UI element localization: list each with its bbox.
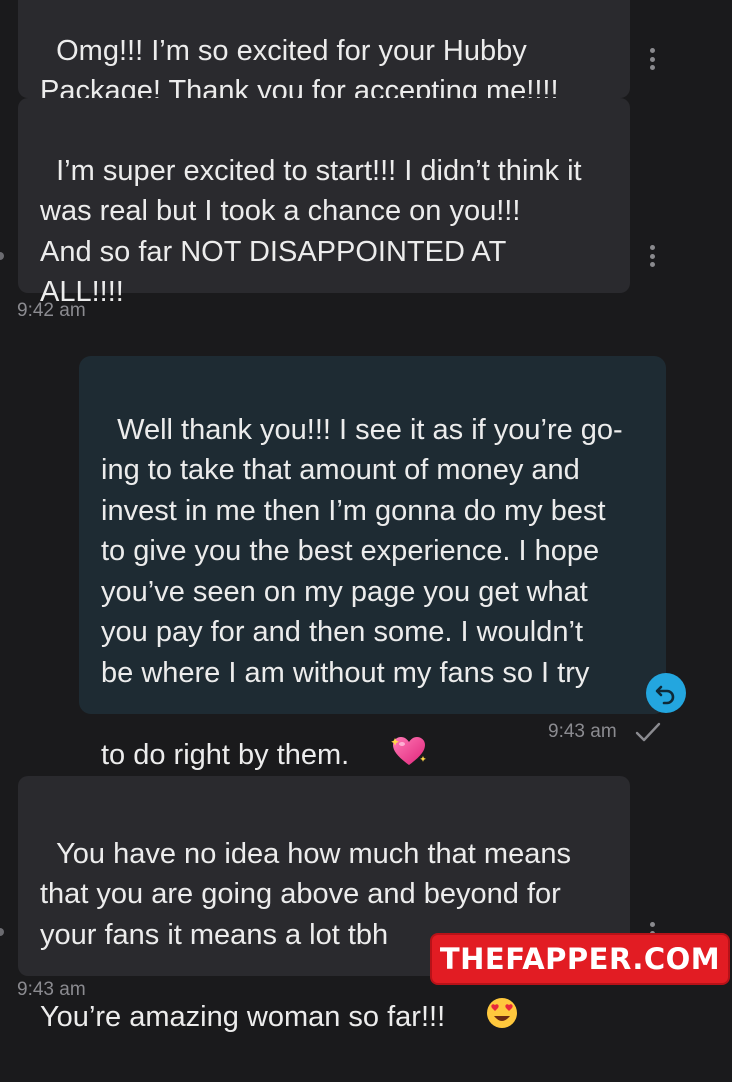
message-bubble-sent[interactable]: Well thank you!!! I see it as if you’re …	[79, 356, 666, 771]
message-text: Omg!!! I’m so excited for your Hubby Pac…	[40, 34, 559, 108]
watermark-text: THEFAPPER.COM	[439, 942, 721, 976]
watermark-logo: THEFAPPER.COM	[432, 935, 728, 983]
message-timestamp: 9:43 am	[548, 721, 617, 742]
avatar-edge	[0, 928, 4, 936]
more-options-icon[interactable]	[649, 48, 655, 70]
avatar-edge	[0, 252, 4, 260]
reply-button[interactable]	[646, 673, 686, 713]
more-options-icon[interactable]	[649, 245, 655, 267]
check-icon	[635, 722, 661, 742]
message-timestamp: 9:42 am	[17, 300, 86, 321]
message-bubble-received[interactable]: Omg!!! I’m so excited for your Hubby Pac…	[18, 0, 630, 107]
undo-arrow-icon	[655, 685, 675, 705]
message-timestamp: 9:43 am	[17, 979, 86, 1000]
message-text: I’m super excited to start!!! I didn’t t…	[40, 154, 582, 309]
message-bubble-received[interactable]: I’m super excited to start!!! I didn’t t…	[18, 98, 630, 308]
